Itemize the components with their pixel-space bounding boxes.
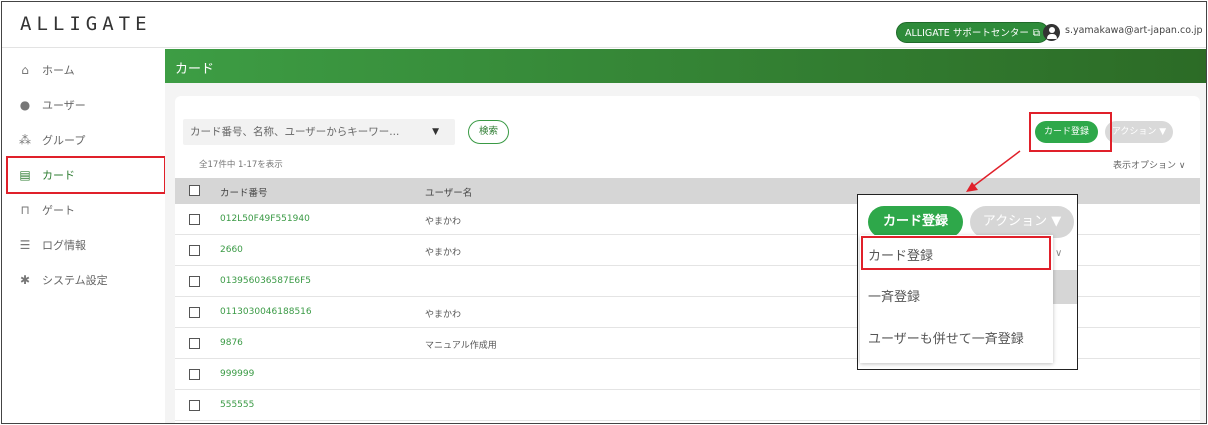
chevron-down-icon: ∨	[1055, 248, 1063, 259]
column-header-card-number[interactable]: カード番号	[220, 185, 268, 199]
search-button[interactable]: 検索	[468, 120, 510, 144]
callout-action-button[interactable]: アクション ▼	[970, 206, 1074, 238]
sidebar: ⌂ ホーム ● ユーザー ⁂ グループ ▤ カード ⊓ ゲート ☰ ログ情報 ✱ システム設定	[2, 49, 165, 423]
sidebar-item-home[interactable]: ⌂ ホーム	[2, 53, 165, 87]
user-icon: ●	[19, 98, 31, 112]
chevron-down-icon: ∨	[1178, 161, 1186, 171]
result-count: 全17件中 1-17を表示	[199, 160, 283, 170]
user-menu[interactable]: s.yamakawa@art-japan.co.jp∨	[1065, 25, 1206, 36]
menu-item-bulk-register-with-users[interactable]: ユーザーも併せて一斉登録	[868, 328, 1024, 347]
gate-icon: ⊓	[20, 203, 30, 217]
sidebar-item-groups[interactable]: ⁂ グループ	[2, 123, 165, 157]
row-checkbox[interactable]	[189, 245, 200, 256]
card-number-link[interactable]: 013956036587E6F5	[220, 276, 311, 286]
support-center-label: ALLIGATE サポートセンター	[905, 28, 1029, 39]
table-row[interactable]: 555555	[175, 390, 1200, 421]
highlight-box-register-button	[1029, 112, 1112, 152]
card-number-link[interactable]: 9876	[220, 338, 243, 348]
gear-icon: ✱	[19, 273, 31, 287]
group-icon: ⁂	[19, 133, 31, 147]
user-account-icon[interactable]	[1043, 24, 1060, 41]
display-options-toggle[interactable]: 表示オプション ∨	[1113, 158, 1185, 171]
sidebar-item-settings[interactable]: ✱ システム設定	[2, 263, 165, 297]
page-header-banner: カード	[165, 49, 1206, 83]
support-center-button[interactable]: ALLIGATE サポートセンター ⧉	[896, 22, 1049, 43]
search-placeholder: カード番号、名称、ユーザーからキーワー...	[190, 126, 400, 138]
menu-item-bulk-register[interactable]: 一斉登録	[868, 286, 920, 305]
column-header-user-name[interactable]: ユーザー名	[425, 185, 472, 199]
external-link-icon: ⧉	[1032, 28, 1040, 39]
user-name: やまかわ	[425, 217, 462, 227]
card-number-link[interactable]: 0113030046188516	[220, 307, 312, 317]
card-number-link[interactable]: 555555	[220, 400, 254, 410]
sidebar-item-users[interactable]: ● ユーザー	[2, 88, 165, 122]
sidebar-item-label: グループ	[42, 134, 86, 147]
row-checkbox[interactable]	[189, 214, 200, 225]
sidebar-item-label: ゲート	[42, 204, 75, 217]
highlight-box-card-nav	[6, 156, 166, 194]
card-number-link[interactable]: 012L50F49F551940	[220, 214, 310, 224]
callout-table-background	[1053, 270, 1077, 304]
sidebar-item-logs[interactable]: ☰ ログ情報	[2, 228, 165, 262]
card-number-link[interactable]: 2660	[220, 245, 243, 255]
sidebar-item-gates[interactable]: ⊓ ゲート	[2, 193, 165, 227]
card-number-link[interactable]: 999999	[220, 369, 254, 379]
caret-down-icon[interactable]: ▼	[432, 119, 439, 145]
display-options-label: 表示オプション	[1113, 161, 1177, 171]
row-checkbox[interactable]	[189, 400, 200, 411]
home-icon: ⌂	[21, 63, 29, 77]
register-dropdown-menu: カード登録 一斉登録 ユーザーも併せて一斉登録	[860, 235, 1053, 363]
zoomed-callout: ∨ カード登録 アクション ▼ カード登録 一斉登録 ユーザーも併せて一斉登録	[857, 194, 1078, 370]
alligate-logo[interactable]: ALLIGATE	[20, 13, 152, 35]
row-checkbox[interactable]	[189, 338, 200, 349]
top-bar: ALLIGATE ALLIGATE サポートセンター ⧉ s.yamakawa@a…	[2, 2, 1206, 48]
row-checkbox[interactable]	[189, 276, 200, 287]
app-window: ALLIGATE ALLIGATE サポートセンター ⧉ s.yamakawa@a…	[1, 1, 1207, 424]
user-email: s.yamakawa@art-japan.co.jp	[1065, 25, 1203, 36]
list-icon: ☰	[19, 238, 31, 252]
callout-card-register-button[interactable]: カード登録	[868, 206, 964, 238]
user-name: やまかわ	[425, 248, 462, 258]
user-name: マニュアル作成用	[425, 341, 497, 351]
row-checkbox[interactable]	[189, 307, 200, 318]
menu-item-card-register[interactable]: カード登録	[868, 245, 933, 264]
sidebar-item-label: ホーム	[42, 64, 75, 77]
action-dropdown-button[interactable]: アクション ▼	[1105, 121, 1173, 143]
user-name: やまかわ	[425, 310, 462, 320]
sidebar-item-label: ユーザー	[42, 99, 86, 112]
sidebar-item-label: システム設定	[42, 274, 108, 287]
page-title: カード	[175, 62, 215, 77]
select-all-checkbox[interactable]	[189, 185, 200, 196]
sidebar-item-label: ログ情報	[42, 239, 86, 252]
row-checkbox[interactable]	[189, 369, 200, 380]
search-input[interactable]: カード番号、名称、ユーザーからキーワー... ▼	[183, 119, 455, 145]
